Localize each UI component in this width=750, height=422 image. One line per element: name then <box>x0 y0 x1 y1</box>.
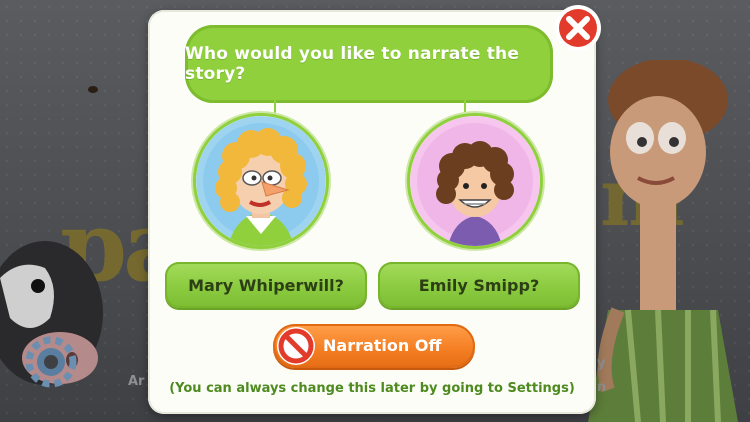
portrait-mary-whiperwill[interactable] <box>196 116 326 246</box>
bubble-connector-left <box>274 100 276 114</box>
narration-off-label: Narration Off <box>323 336 442 355</box>
prohibited-icon <box>277 327 315 365</box>
background-bug <box>88 86 98 93</box>
question-bubble: Who would you like to narrate the story? <box>185 25 553 103</box>
emily-avatar <box>410 116 540 246</box>
bubble-connector-right <box>464 100 466 114</box>
mary-whiperwill-button[interactable]: Mary Whiperwill? <box>165 262 367 308</box>
close-button[interactable] <box>553 3 603 53</box>
background-text-left: Ar <box>128 374 145 389</box>
background-gear-icon <box>25 336 77 388</box>
portrait-emily-smipp[interactable] <box>410 116 540 246</box>
emily-smipp-button[interactable]: Emily Smipp? <box>378 262 580 308</box>
narration-off-button[interactable]: Narration Off <box>273 324 475 368</box>
mary-avatar <box>196 116 326 246</box>
background-text-right: yn <box>597 356 607 395</box>
settings-hint: (You can always change this later by goi… <box>169 381 575 396</box>
